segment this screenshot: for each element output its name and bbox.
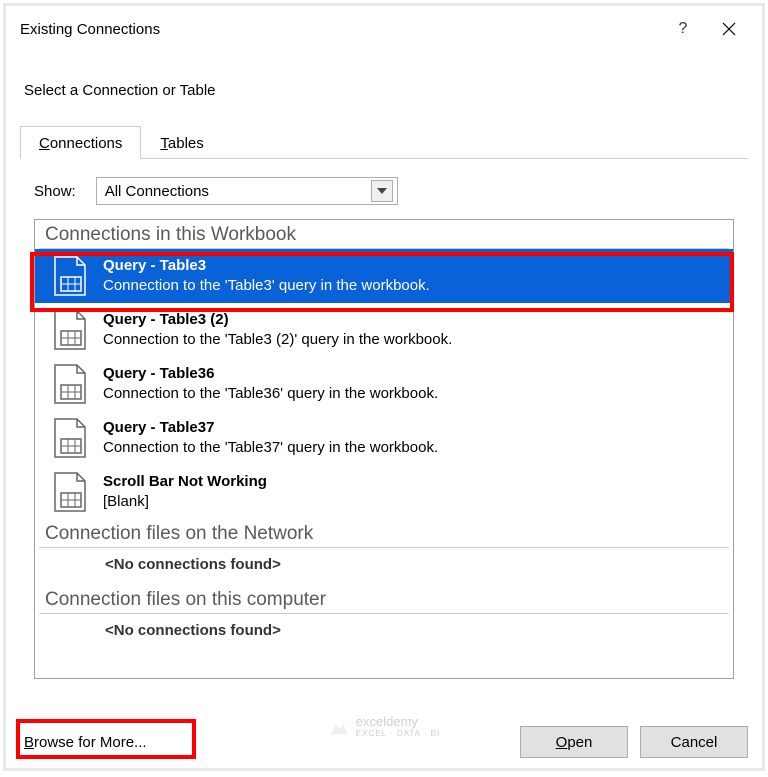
section-workbook-header: Connections in this Workbook — [39, 220, 729, 249]
help-button[interactable]: ? — [660, 14, 706, 44]
section-computer-header: Connection files on this computer — [39, 585, 729, 614]
dialog-footer: Browse for More... Open Cancel — [20, 726, 748, 758]
dialog-title: Existing Connections — [20, 21, 660, 38]
existing-connections-dialog: Existing Connections ? Select a Connecti… — [3, 3, 765, 771]
connection-title: Query - Table3 (2) — [103, 309, 452, 330]
connection-item[interactable]: Query - Table3 (2) Connection to the 'Ta… — [35, 303, 733, 357]
connection-file-icon — [51, 309, 89, 351]
connection-desc: Connection to the 'Table3' query in the … — [103, 276, 430, 296]
chevron-down-icon — [371, 180, 393, 202]
close-icon — [722, 22, 736, 36]
tab-strip: Connections Tables — [20, 125, 748, 159]
tab-connections[interactable]: Connections — [20, 126, 141, 159]
open-button[interactable]: Open — [520, 726, 628, 758]
no-connections-text: <No connections found> — [35, 614, 733, 651]
connection-item[interactable]: Scroll Bar Not Working [Blank] — [35, 465, 733, 519]
connection-desc: Connection to the 'Table37' query in the… — [103, 438, 438, 458]
section-network-header: Connection files on the Network — [39, 519, 729, 548]
connection-file-icon — [51, 417, 89, 459]
connection-file-icon — [51, 363, 89, 405]
titlebar: Existing Connections ? — [6, 6, 762, 52]
show-dropdown-value: All Connections — [105, 183, 371, 200]
connections-listbox[interactable]: Connections in this Workbook Query - Tab… — [34, 219, 734, 679]
no-connections-text: <No connections found> — [35, 548, 733, 585]
connection-item[interactable]: Query - Table36 Connection to the 'Table… — [35, 357, 733, 411]
connection-title: Query - Table3 — [103, 255, 430, 276]
connection-item[interactable]: Query - Table37 Connection to the 'Table… — [35, 411, 733, 465]
browse-for-more-link[interactable]: Browse for More... — [20, 728, 151, 757]
show-filter-row: Show: All Connections — [34, 177, 748, 205]
dialog-subtitle: Select a Connection or Table — [24, 82, 748, 99]
connection-title: Query - Table36 — [103, 363, 438, 384]
connection-desc: Connection to the 'Table3 (2)' query in … — [103, 330, 452, 350]
connection-file-icon — [51, 471, 89, 513]
connection-item[interactable]: Query - Table3 Connection to the 'Table3… — [35, 249, 733, 303]
connection-title: Scroll Bar Not Working — [103, 471, 267, 492]
connection-desc: [Blank] — [103, 492, 267, 512]
show-label: Show: — [34, 183, 76, 200]
connection-desc: Connection to the 'Table36' query in the… — [103, 384, 438, 404]
tab-tables[interactable]: Tables — [141, 126, 222, 159]
connection-file-icon — [51, 255, 89, 297]
connection-title: Query - Table37 — [103, 417, 438, 438]
close-button[interactable] — [706, 14, 752, 44]
cancel-button[interactable]: Cancel — [640, 726, 748, 758]
show-dropdown[interactable]: All Connections — [96, 177, 398, 205]
